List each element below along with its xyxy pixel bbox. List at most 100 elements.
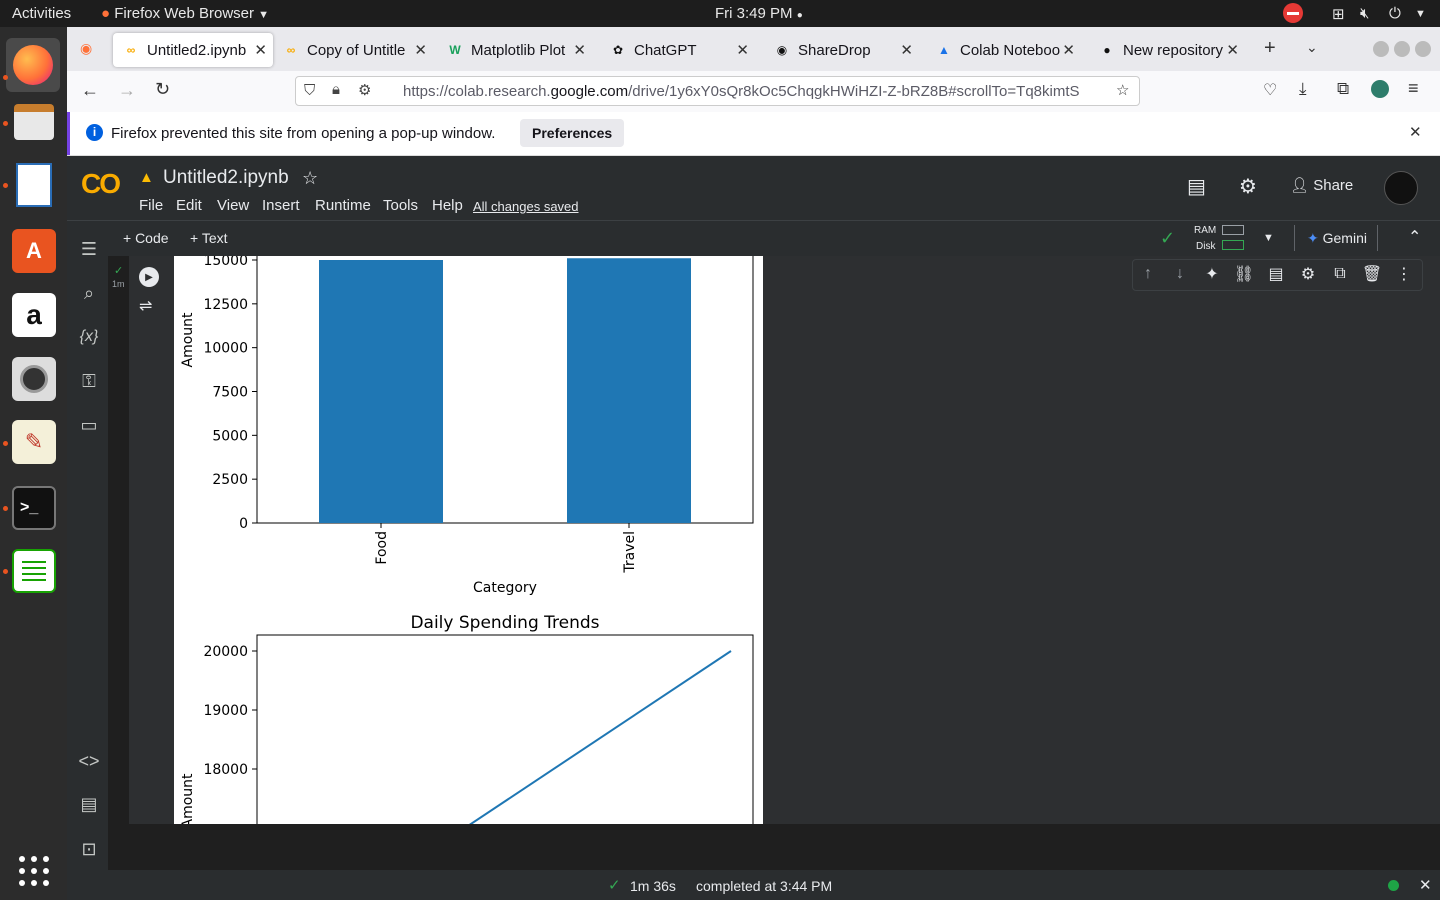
dock-calc-icon[interactable]: [12, 549, 56, 593]
firefox-view-icon[interactable]: ◉: [80, 40, 92, 57]
system-menu-chevron-icon[interactable]: ▼: [1415, 8, 1426, 20]
hamburger-menu-icon[interactable]: ≡: [1408, 78, 1419, 99]
activities-button[interactable]: Activities: [12, 5, 71, 22]
link-icon[interactable]: ⛓: [1234, 264, 1254, 284]
menu-file[interactable]: File: [139, 197, 163, 214]
connected-check-icon[interactable]: ✓: [1160, 228, 1175, 249]
app-menu[interactable]: ● Firefox Web Browser ▼: [101, 5, 269, 22]
close-window-button[interactable]: [1415, 41, 1431, 57]
tab-new-repository[interactable]: ● New repository ✕: [1099, 33, 1245, 67]
close-tab-icon[interactable]: ✕: [736, 41, 749, 59]
dock-writer-icon[interactable]: [12, 163, 56, 207]
minimize-window-button[interactable]: [1373, 41, 1389, 57]
menu-help[interactable]: Help: [432, 197, 463, 214]
variables-icon[interactable]: {x}: [77, 325, 101, 349]
gemini-button[interactable]: ✦ Gemini: [1307, 230, 1367, 247]
menu-insert[interactable]: Insert: [262, 197, 300, 214]
dock-amazon-icon[interactable]: a: [12, 293, 56, 337]
colab-logo[interactable]: CO: [81, 168, 121, 200]
menu-edit[interactable]: Edit: [176, 197, 202, 214]
new-tab-button[interactable]: +: [1264, 37, 1276, 60]
close-icon[interactable]: ✕: [1409, 123, 1422, 141]
bookmark-star-icon[interactable]: ☆: [1116, 81, 1129, 99]
mirror-cell-icon[interactable]: ⧉: [1330, 264, 1350, 284]
tab-colab-notebook[interactable]: ▲ Colab Noteboo ✕: [936, 33, 1081, 67]
command-palette-icon[interactable]: ▤: [77, 792, 101, 816]
network-icon[interactable]: ⊞: [1332, 5, 1345, 23]
close-tab-icon[interactable]: ✕: [414, 41, 427, 59]
files-folder-icon[interactable]: ▭: [77, 413, 101, 437]
avatar[interactable]: [1384, 171, 1418, 205]
search-icon[interactable]: ⌕: [77, 281, 101, 305]
move-cell-up-icon[interactable]: ↑: [1138, 264, 1158, 284]
url-bar[interactable]: ⛉ 🔒︎ ⚙ https://colab.research.google.com…: [295, 76, 1140, 106]
maximize-window-button[interactable]: [1394, 41, 1410, 57]
gemini-sparkle-icon[interactable]: ✦: [1202, 264, 1222, 284]
pocket-icon[interactable]: ♡: [1263, 80, 1277, 100]
list-tabs-chevron-icon[interactable]: ⌄: [1306, 39, 1318, 56]
firefox-icon: ●: [101, 5, 111, 22]
secrets-key-icon[interactable]: ⚿: [77, 369, 101, 393]
notebook-title[interactable]: Untitled2.ipynb: [163, 167, 289, 189]
forward-arrow-icon[interactable]: →: [118, 80, 136, 101]
dock-terminal-icon[interactable]: >_: [12, 486, 56, 530]
dock-files-icon[interactable]: [12, 100, 56, 144]
menu-view[interactable]: View: [217, 197, 249, 214]
dock-firefox-icon[interactable]: [6, 38, 60, 92]
tab-sharedrop[interactable]: ◉ ShareDrop ✕: [774, 33, 919, 67]
tab-copy-of-untitled[interactable]: ∞ Copy of Untitle ✕: [283, 33, 433, 67]
clock[interactable]: Fri 3:49 PM ●: [715, 5, 803, 22]
cell-settings-gear-icon[interactable]: ⚙: [1298, 264, 1318, 284]
dock-camera-icon[interactable]: [12, 357, 56, 401]
share-button[interactable]: 👤︎ Share: [1290, 176, 1353, 194]
menu-tools[interactable]: Tools: [383, 197, 418, 214]
tab-untitled2[interactable]: ∞ Untitled2.ipynb ✕: [113, 33, 273, 67]
collapse-chevron-up-icon[interactable]: ⌃: [1408, 227, 1421, 247]
lock-icon[interactable]: 🔒︎: [332, 81, 340, 98]
volume-icon[interactable]: 🔇︎: [1360, 5, 1369, 22]
close-status-icon[interactable]: ✕: [1419, 876, 1432, 894]
menu-runtime[interactable]: Runtime: [315, 197, 371, 214]
dock-software-icon[interactable]: A: [12, 229, 56, 273]
tab-chatgpt[interactable]: ✿ ChatGPT ✕: [610, 33, 755, 67]
more-vert-icon[interactable]: ⋮: [1394, 264, 1414, 284]
star-icon[interactable]: ☆: [302, 168, 318, 189]
permissions-icon[interactable]: ⚙: [358, 81, 371, 99]
table-of-contents-icon[interactable]: ☰: [77, 237, 101, 261]
status-duration[interactable]: 1m 36s: [630, 878, 676, 894]
account-avatar-icon[interactable]: [1371, 80, 1389, 98]
tracking-shield-icon[interactable]: ⛉: [304, 82, 315, 99]
power-icon[interactable]: ⏻: [1389, 5, 1401, 22]
downloads-icon[interactable]: ⤓: [1299, 79, 1307, 99]
preferences-button[interactable]: Preferences: [520, 119, 625, 147]
run-cell-button[interactable]: ▶: [139, 267, 159, 287]
close-tab-icon[interactable]: ✕: [900, 41, 913, 59]
back-arrow-icon[interactable]: ←: [81, 80, 99, 101]
close-tab-icon[interactable]: ✕: [1226, 41, 1239, 59]
dock-text-editor-icon[interactable]: ✎: [12, 420, 56, 464]
close-tab-icon[interactable]: ✕: [573, 41, 586, 59]
firefox-tab-bar: ◉ ∞ Untitled2.ipynb ✕ ∞ Copy of Untitle …: [67, 27, 1440, 71]
move-cell-down-icon[interactable]: ↓: [1170, 264, 1190, 284]
add-code-button[interactable]: + Code: [123, 230, 169, 246]
comment-icon[interactable]: ▤: [1266, 264, 1286, 284]
add-text-button[interactable]: + Text: [190, 230, 228, 246]
close-tab-icon[interactable]: ✕: [254, 41, 267, 59]
delete-trash-icon[interactable]: 🗑︎: [1362, 264, 1382, 284]
runtime-dropdown-icon[interactable]: ▼: [1263, 232, 1274, 244]
reload-icon[interactable]: ↻: [155, 79, 170, 100]
save-status[interactable]: All changes saved: [473, 199, 579, 214]
code-snippets-icon[interactable]: <>: [77, 749, 101, 773]
terminal-icon[interactable]: ⊡: [77, 837, 101, 861]
tab-matplotlib[interactable]: W Matplotlib Plot ✕: [447, 33, 592, 67]
output-actions-icon[interactable]: ⇌: [139, 296, 152, 316]
do-not-disturb-icon[interactable]: [1283, 3, 1303, 23]
settings-gear-icon[interactable]: ⚙: [1239, 174, 1257, 199]
drive-icon[interactable]: ▲: [139, 169, 154, 186]
disk-meter[interactable]: [1222, 240, 1244, 250]
comments-icon[interactable]: ▤: [1187, 174, 1206, 199]
ram-meter[interactable]: [1222, 225, 1244, 235]
show-apps-icon[interactable]: [12, 849, 56, 893]
close-tab-icon[interactable]: ✕: [1062, 41, 1075, 59]
extensions-icon[interactable]: ⧉: [1337, 79, 1349, 99]
